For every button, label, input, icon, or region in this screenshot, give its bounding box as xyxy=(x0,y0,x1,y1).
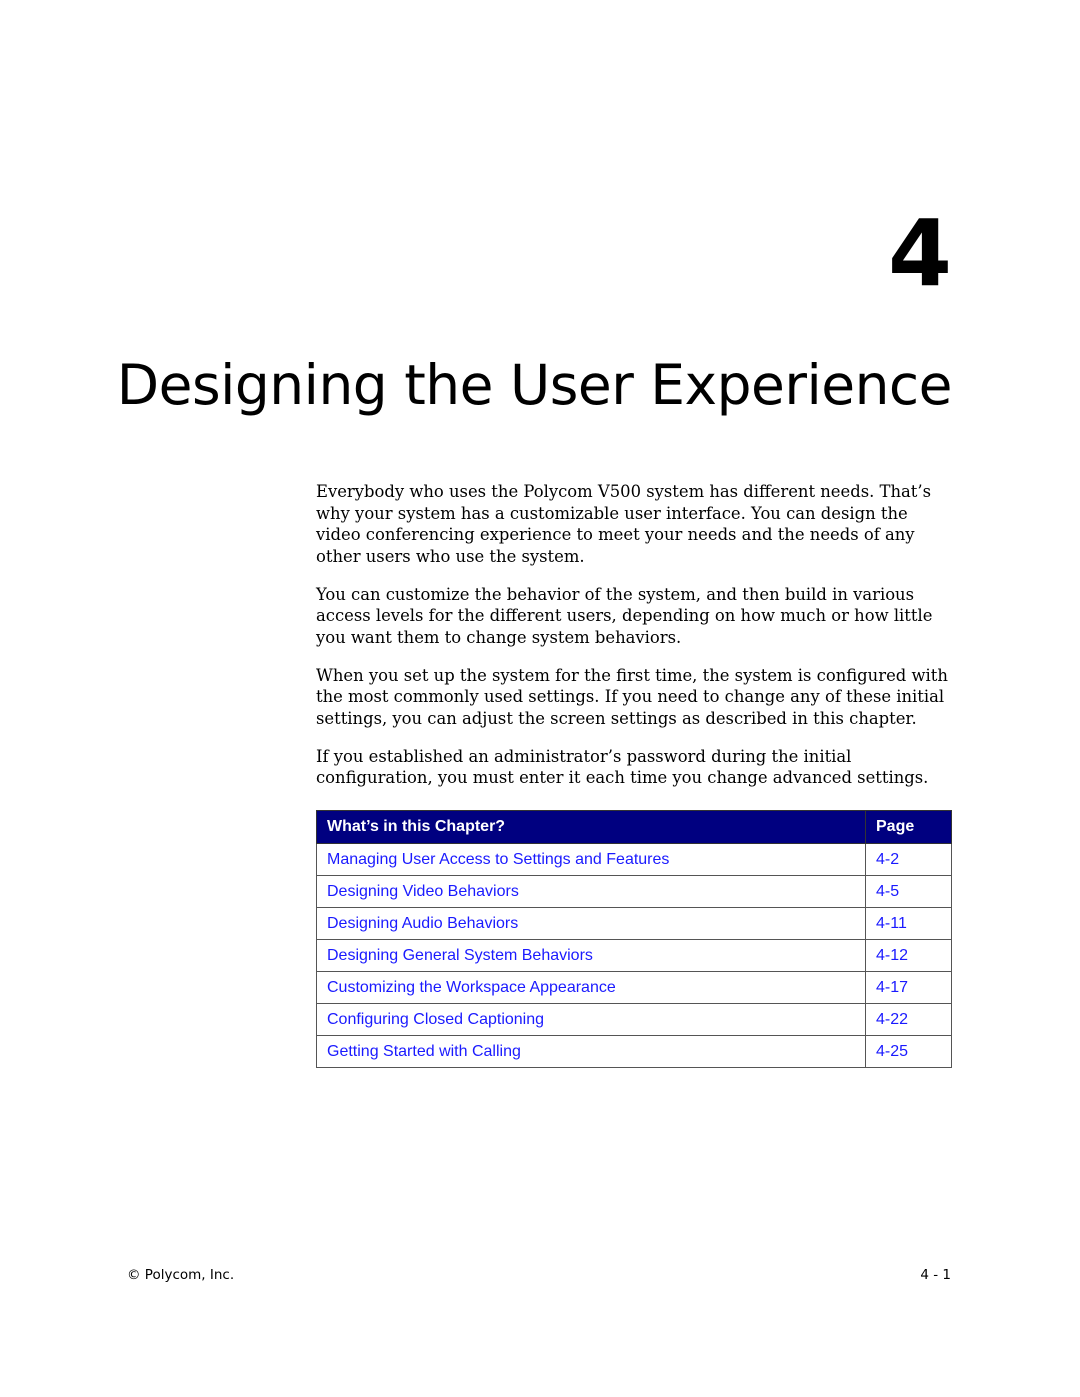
paragraph: Everybody who uses the Polycom V500 syst… xyxy=(316,482,932,566)
table-row: Designing Video Behaviors 4-5 xyxy=(316,875,952,908)
paragraph: If you established an administrator’s pa… xyxy=(316,746,929,788)
page-link[interactable]: 4-25 xyxy=(865,1035,952,1068)
table-row: Customizing the Workspace Appearance 4-17 xyxy=(316,971,952,1004)
page-link[interactable]: 4-22 xyxy=(865,1003,952,1036)
page-link[interactable]: 4-5 xyxy=(865,875,952,908)
table-row: Designing Audio Behaviors 4-11 xyxy=(316,907,952,940)
topic-link[interactable]: Configuring Closed Captioning xyxy=(316,1003,866,1036)
footer-copyright: © Polycom, Inc. xyxy=(127,1267,235,1283)
topic-link[interactable]: Managing User Access to Settings and Fea… xyxy=(316,843,866,876)
paragraph: You can customize the behavior of the sy… xyxy=(316,584,933,647)
page-link[interactable]: 4-17 xyxy=(865,971,952,1004)
topic-link[interactable]: Designing General System Behaviors xyxy=(316,939,866,972)
topic-link[interactable]: Customizing the Workspace Appearance xyxy=(316,971,866,1004)
chapter-contents-table: What’s in this Chapter? Page Managing Us… xyxy=(316,810,952,1068)
table-row: Managing User Access to Settings and Fea… xyxy=(316,843,952,876)
topic-link[interactable]: Designing Audio Behaviors xyxy=(316,907,866,940)
table-row: Getting Started with Calling 4-25 xyxy=(316,1035,952,1068)
table-header: What’s in this Chapter? Page xyxy=(316,810,952,844)
page-link[interactable]: 4-11 xyxy=(865,907,952,940)
topic-link[interactable]: Getting Started with Calling xyxy=(316,1035,866,1068)
page-link[interactable]: 4-2 xyxy=(865,843,952,876)
chapter-number: 4 xyxy=(887,200,952,307)
topic-link[interactable]: Designing Video Behaviors xyxy=(316,875,866,908)
intro-text: Everybody who uses the Polycom V500 syst… xyxy=(316,481,956,805)
paragraph: When you set up the system for the first… xyxy=(316,665,948,728)
table-row: Configuring Closed Captioning 4-22 xyxy=(316,1003,952,1036)
page-link[interactable]: 4-12 xyxy=(865,939,952,972)
table-row: Designing General System Behaviors 4-12 xyxy=(316,939,952,972)
header-page: Page xyxy=(865,810,952,844)
footer-page-number: 4 - 1 xyxy=(920,1267,951,1283)
header-topic: What’s in this Chapter? xyxy=(316,810,866,844)
chapter-title: Designing the User Experience xyxy=(116,353,953,417)
